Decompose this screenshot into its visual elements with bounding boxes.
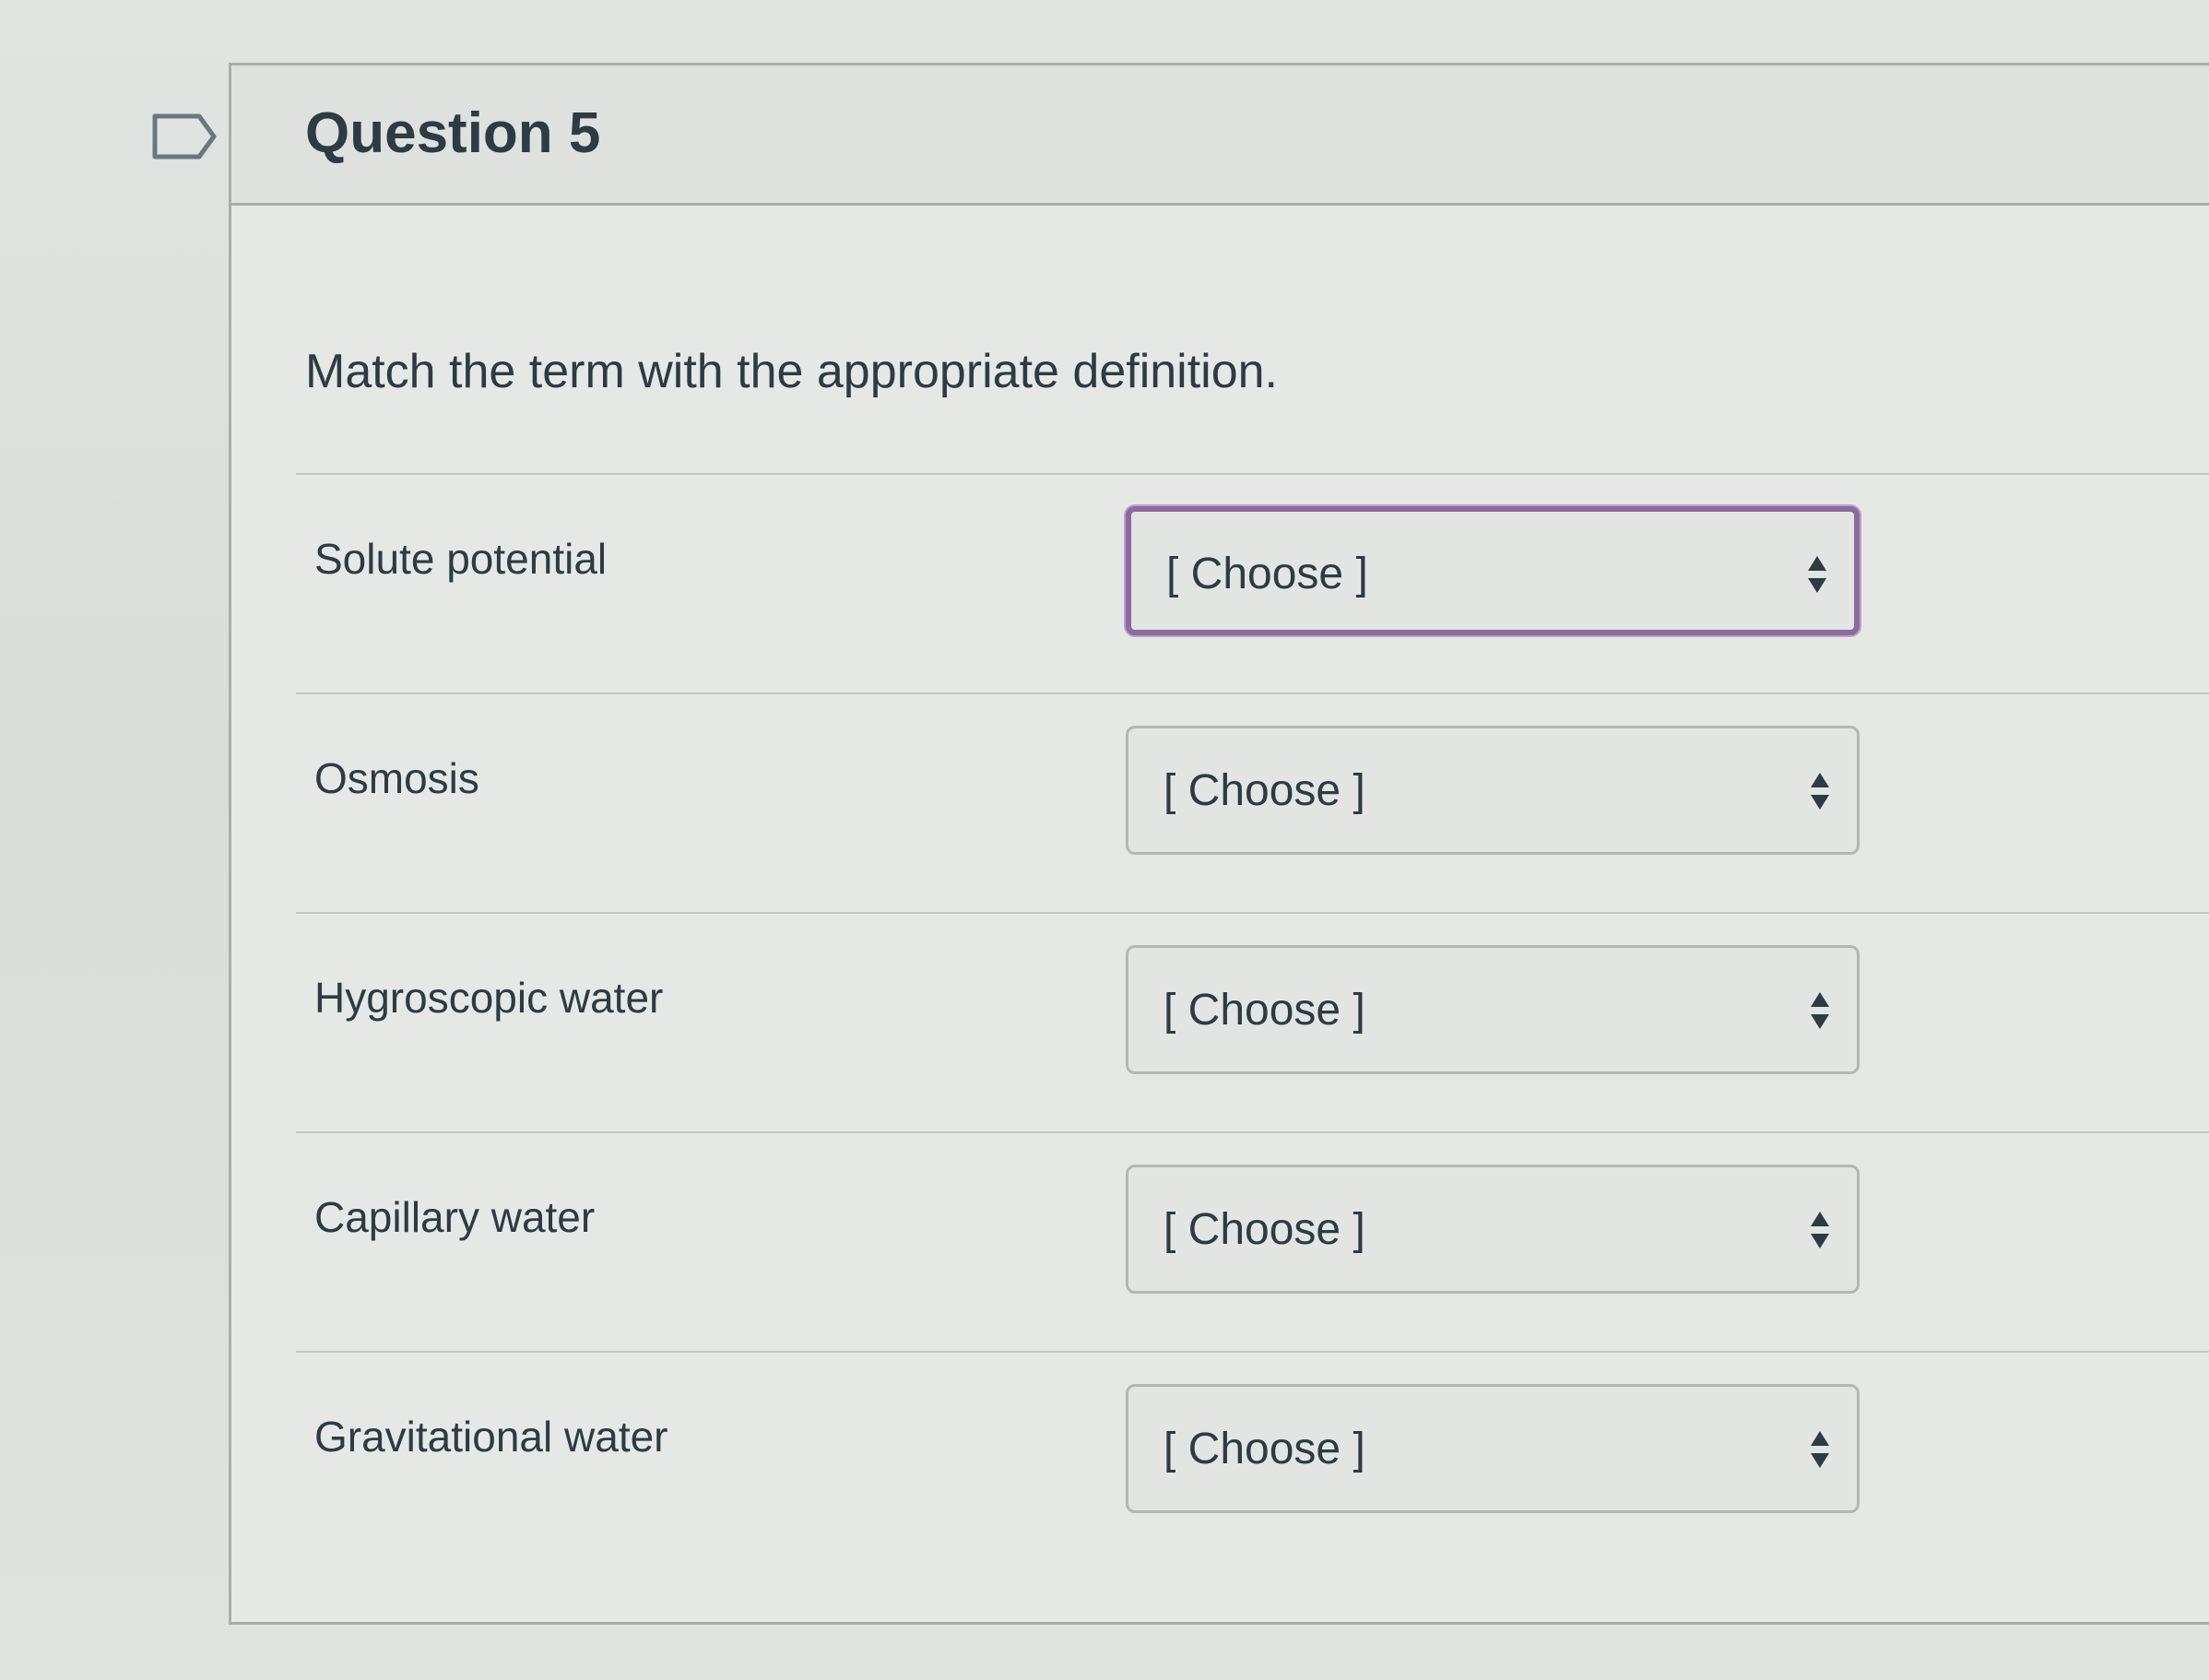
definition-select[interactable]: [ Choose ]: [1126, 726, 1860, 855]
question-prompt: Match the term with the appropriate defi…: [305, 345, 1279, 398]
match-term: Osmosis: [314, 754, 479, 802]
definition-select[interactable]: [ Choose ]: [1126, 945, 1860, 1074]
question-header: Question 5: [231, 65, 2209, 206]
select-value: [ Choose ]: [1164, 986, 1365, 1035]
flag-question-icon[interactable]: [151, 112, 218, 160]
select-value: [ Choose ]: [1164, 1205, 1365, 1254]
match-term: Hygroscopic water: [314, 974, 664, 1022]
definition-select[interactable]: [ Choose ]: [1126, 1165, 1860, 1294]
select-value: [ Choose ]: [1164, 766, 1365, 815]
match-row: Solute potential [ Choose ]: [296, 473, 2209, 692]
definition-select[interactable]: [ Choose ]: [1126, 506, 1860, 635]
match-row: Osmosis [ Choose ]: [296, 692, 2209, 912]
match-term: Capillary water: [314, 1193, 596, 1241]
up-down-arrows-icon: [1811, 992, 1829, 1029]
match-list: Solute potential [ Choose ] Osmosis [ Ch…: [296, 473, 2209, 1570]
match-row: Capillary water [ Choose ]: [296, 1131, 2209, 1351]
question-title: Question 5: [305, 101, 601, 165]
question-card: Question 5 Match the term with the appro…: [229, 63, 2209, 1625]
up-down-arrows-icon: [1811, 1431, 1829, 1468]
match-term: Gravitational water: [314, 1413, 668, 1461]
match-term: Solute potential: [314, 535, 608, 583]
definition-select[interactable]: [ Choose ]: [1126, 1384, 1860, 1513]
up-down-arrows-icon: [1811, 773, 1829, 810]
select-value: [ Choose ]: [1166, 550, 1368, 598]
question-body: Match the term with the appropriate defi…: [231, 206, 2209, 1626]
match-row: Hygroscopic water [ Choose ]: [296, 912, 2209, 1131]
up-down-arrows-icon: [1811, 1212, 1829, 1248]
up-down-arrows-icon: [1808, 556, 1826, 593]
select-value: [ Choose ]: [1164, 1425, 1365, 1473]
match-row: Gravitational water [ Choose ]: [296, 1351, 2209, 1570]
